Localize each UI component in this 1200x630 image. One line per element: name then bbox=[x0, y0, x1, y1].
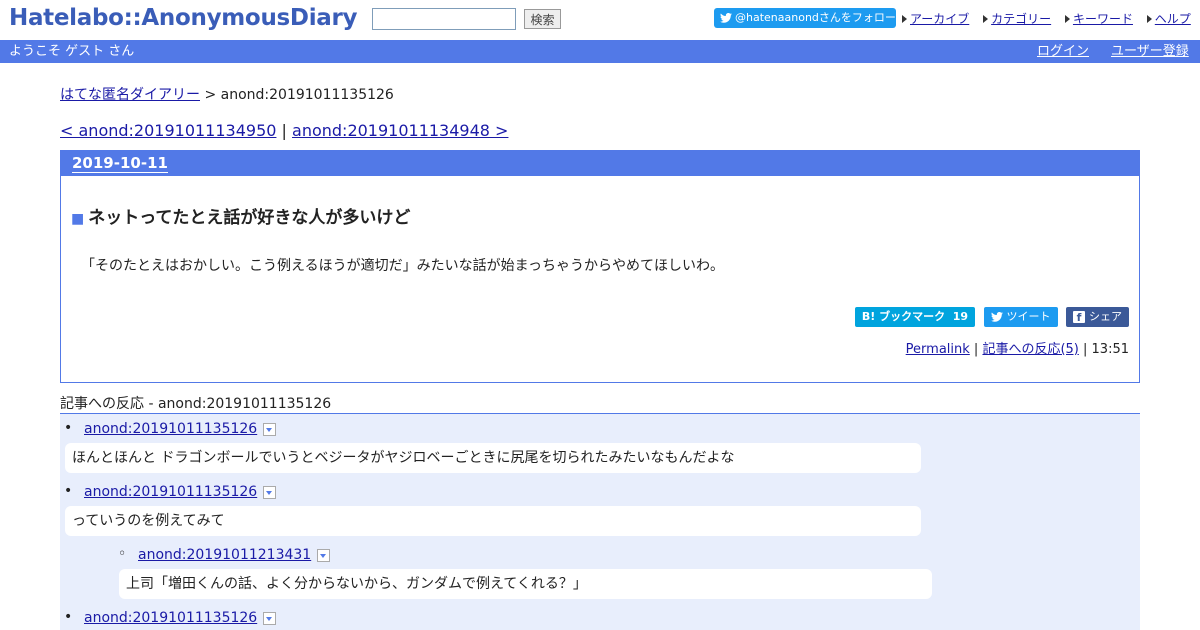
list-bullet: • bbox=[64, 420, 73, 436]
nav-keyword[interactable]: キーワード bbox=[1073, 12, 1133, 26]
dropdown-icon[interactable] bbox=[263, 485, 277, 499]
entry-date-header: 2019-10-11 bbox=[61, 151, 1139, 176]
title-square-icon: ■ bbox=[71, 211, 85, 227]
arrow-icon bbox=[1064, 15, 1070, 23]
reaction-link[interactable]: anond:20191011135126 bbox=[84, 610, 257, 626]
reaction-link[interactable]: anond:20191011135126 bbox=[84, 421, 257, 437]
user-bar: ようこそ ゲスト さん ログイン ユーザー登録 bbox=[0, 40, 1200, 63]
welcome-text: ようこそ ゲスト さん bbox=[9, 44, 135, 59]
dropdown-icon[interactable] bbox=[317, 548, 331, 562]
hatena-bookmark-button[interactable]: B! ブックマーク 19 bbox=[854, 307, 976, 327]
entry-footer: Permalink | 記事への反応(5) | 13:51 bbox=[905, 342, 1129, 357]
facebook-icon: f bbox=[1073, 311, 1085, 324]
nav-category[interactable]: カテゴリー bbox=[991, 12, 1051, 26]
facebook-share-button[interactable]: f シェア bbox=[1066, 307, 1129, 327]
dropdown-icon[interactable] bbox=[263, 422, 277, 436]
top-navigation: アーカイブ カテゴリー キーワード ヘルプ bbox=[900, 10, 1191, 27]
entry-title: ■ ネットってたとえ話が好きな人が多いけど bbox=[71, 203, 410, 228]
reaction-item-header: ◦ anond:20191011213431 bbox=[118, 546, 331, 563]
site-logo[interactable]: Hatelabo::AnonymousDiary bbox=[9, 5, 358, 31]
reaction-text: っていうのを例えてみて bbox=[65, 506, 921, 536]
tweet-button[interactable]: ツイート bbox=[983, 307, 1058, 327]
arrow-icon bbox=[902, 15, 907, 23]
entry-panel: 2019-10-11 ■ ネットってたとえ話が好きな人が多いけど 「そのたとえはお… bbox=[60, 150, 1140, 383]
reaction-item-header: • anond:20191011135126 bbox=[64, 609, 277, 626]
nav-help[interactable]: ヘルプ bbox=[1155, 12, 1191, 26]
nav-archive[interactable]: アーカイブ bbox=[910, 12, 969, 26]
permalink-link[interactable]: Permalink bbox=[906, 342, 970, 357]
reactions-list: • anond:20191011135126 ほんとほんと ドラゴンボールでいう… bbox=[60, 414, 1140, 630]
search-input[interactable] bbox=[372, 8, 516, 30]
share-label: シェア bbox=[1089, 310, 1122, 323]
reaction-link[interactable]: anond:20191011213431 bbox=[138, 547, 311, 563]
reactions-link[interactable]: 記事への反応(5) bbox=[982, 342, 1078, 357]
twitter-bird-icon bbox=[720, 13, 732, 23]
tweet-label: ツイート bbox=[1006, 310, 1051, 323]
twitter-follow-label: @hatenaanondさんをフォロー bbox=[735, 11, 896, 24]
bookmark-count: 19 bbox=[952, 310, 969, 323]
breadcrumb-separator: > bbox=[204, 87, 217, 103]
list-bullet: • bbox=[64, 609, 73, 625]
entry-navigation: < anond:20191011134950 | anond:201910111… bbox=[60, 121, 508, 140]
reactions-header: 記事への反応 - anond:20191011135126 bbox=[60, 393, 1140, 414]
twitter-follow-button[interactable]: @hatenaanondさんをフォロー bbox=[714, 8, 896, 28]
search-button[interactable]: 検索 bbox=[524, 9, 561, 29]
reaction-item-header: • anond:20191011135126 bbox=[64, 420, 277, 437]
list-bullet: • bbox=[64, 483, 73, 499]
login-link[interactable]: ログイン bbox=[1037, 40, 1089, 63]
next-entry-link[interactable]: anond:20191011134948 > bbox=[292, 121, 508, 140]
twitter-bird-icon bbox=[990, 311, 1003, 322]
breadcrumb-current: anond:20191011135126 bbox=[220, 87, 394, 103]
entry-time: 13:51 bbox=[1091, 342, 1129, 357]
prev-entry-link[interactable]: < anond:20191011134950 bbox=[60, 121, 276, 140]
arrow-icon bbox=[983, 15, 989, 23]
signup-link[interactable]: ユーザー登録 bbox=[1111, 40, 1189, 63]
reaction-text: ほんとほんと ドラゴンボールでいうとベジータがヤジロベーごときに尻尾を切られたみ… bbox=[65, 443, 921, 473]
reaction-item-header: • anond:20191011135126 bbox=[64, 483, 277, 500]
nav-separator: | bbox=[281, 121, 287, 140]
reaction-link[interactable]: anond:20191011135126 bbox=[84, 484, 257, 500]
site-header: Hatelabo::AnonymousDiary 検索 @hatenaanond… bbox=[0, 0, 1200, 40]
reaction-text: 上司「増田くんの話、よく分からないから、ガンダムで例えてくれる？」 bbox=[119, 569, 932, 599]
share-buttons: B! ブックマーク 19 ツイート f シェア bbox=[851, 307, 1129, 327]
breadcrumb-home[interactable]: はてな匿名ダイアリー bbox=[60, 87, 200, 103]
dropdown-icon[interactable] bbox=[263, 611, 277, 625]
list-bullet: ◦ bbox=[118, 546, 127, 562]
hatena-bookmark-label: B! ブックマーク bbox=[861, 310, 946, 323]
entry-body: 「そのたとえはおかしい。こう例えるほうが適切だ」みたいな話が始まっちゃうからやめ… bbox=[81, 258, 725, 274]
entry-date[interactable]: 2019-10-11 bbox=[72, 154, 168, 173]
breadcrumb: はてな匿名ダイアリー > anond:20191011135126 bbox=[60, 84, 394, 104]
entry-title-text[interactable]: ネットってたとえ話が好きな人が多いけど bbox=[88, 208, 410, 228]
arrow-icon bbox=[1146, 15, 1152, 23]
